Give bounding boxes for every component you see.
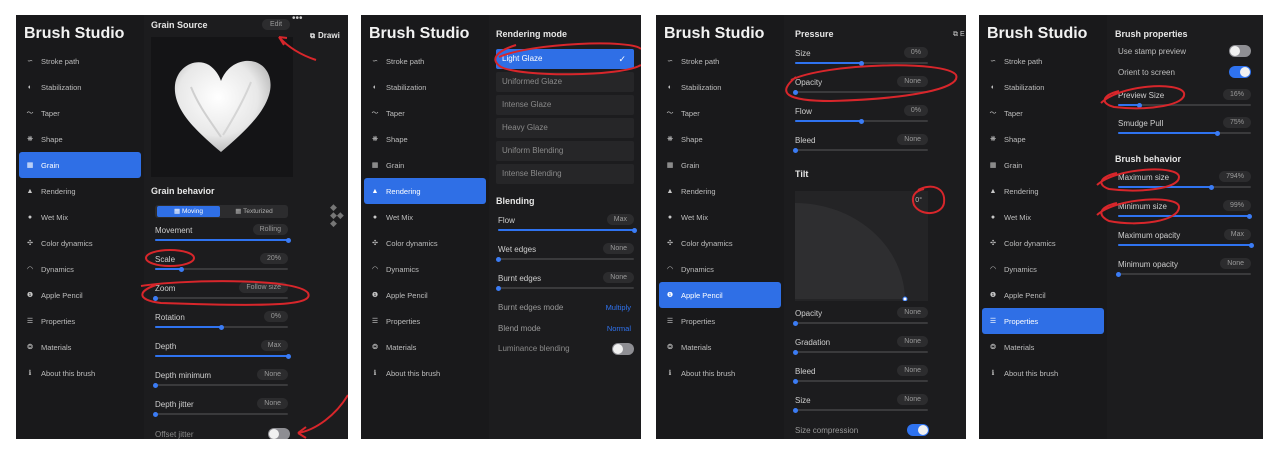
annotation-sizes: [1096, 85, 1186, 225]
panel-grain: Brush Studio ∽ Stroke path ◐ Stabilization 〜…: [16, 15, 348, 439]
annotation-arrows: [140, 36, 348, 439]
panel-properties: Brush Studio ∽ Stroke path ◐ Stabilization 〜…: [979, 15, 1263, 439]
annotation-light-glaze: [494, 42, 641, 76]
panel-rendering: Brush Studio ∽ Stroke path ◐ Stabilization 〜…: [361, 15, 641, 439]
annotation-opacity-tilt: [785, 64, 958, 214]
panel-apple-pencil: Brush Studio ∽ Stroke path ◐ Stabilization 〜…: [656, 15, 966, 439]
